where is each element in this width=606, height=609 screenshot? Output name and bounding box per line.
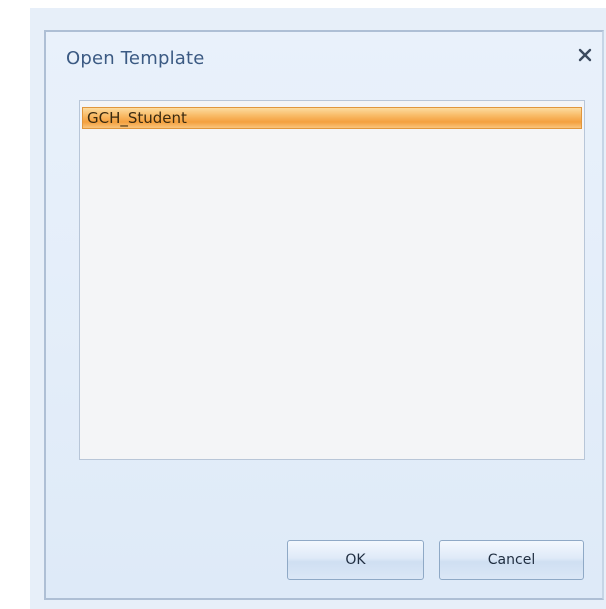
close-icon: [578, 48, 592, 62]
cancel-button[interactable]: Cancel: [439, 540, 584, 580]
open-template-dialog: Open Template GCH_Student OK Cancel: [44, 30, 604, 600]
close-button[interactable]: [574, 44, 596, 66]
dialog-title: Open Template: [66, 48, 205, 69]
template-list[interactable]: GCH_Student: [79, 100, 585, 460]
ok-button[interactable]: OK: [287, 540, 424, 580]
list-item-gch-student[interactable]: GCH_Student: [82, 107, 582, 129]
